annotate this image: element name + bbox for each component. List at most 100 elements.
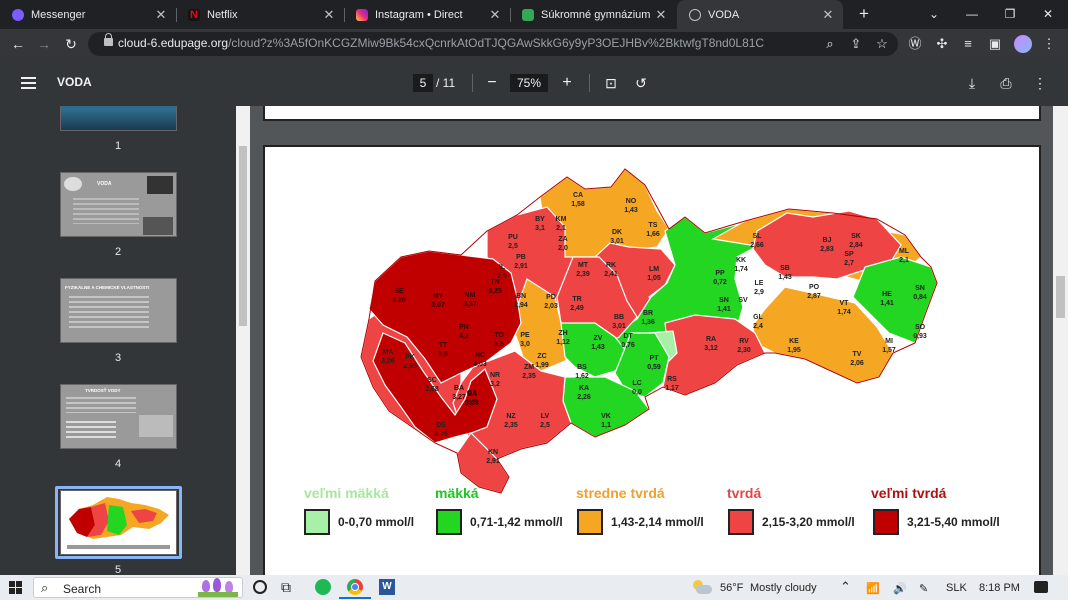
download-icon[interactable]: ⤓: [962, 73, 982, 93]
chrome-icon[interactable]: [347, 579, 363, 595]
thumbnail-title: VODA: [97, 181, 112, 187]
tab-voda[interactable]: VODA ✕: [677, 0, 843, 29]
district-code: LC: [632, 380, 641, 387]
close-tab-icon[interactable]: ✕: [152, 7, 170, 23]
district-value: 1,36: [641, 319, 655, 326]
edupage-icon: [522, 8, 534, 21]
side-panel-icon[interactable]: ▣: [986, 35, 1004, 53]
task-view-icon[interactable]: ⧉: [281, 579, 291, 596]
show-hidden-icons-chevron-icon[interactable]: ⌃: [840, 579, 851, 595]
district-value: 3,2: [490, 381, 500, 388]
extensions-puzzle-icon[interactable]: ✣: [933, 35, 951, 53]
profile-avatar[interactable]: [1014, 35, 1032, 53]
pdf-document-area[interactable]: CA 1,58 NO 1,43 BY 3,1 KM 2,1 ZA 2,0 DK 3,01 TS 1,66 P…: [250, 106, 1053, 575]
legend-title: mäkká: [435, 485, 479, 501]
pen-icon[interactable]: ✎: [919, 582, 928, 595]
district-code: SN: [719, 297, 729, 304]
input-language[interactable]: SLK: [946, 582, 967, 594]
sidebar-scrollbar[interactable]: [236, 106, 250, 575]
chrome-menu-icon[interactable]: ⋮: [1040, 35, 1058, 53]
tab-edupage[interactable]: Súkromné gymnázium Ba ✕: [510, 0, 676, 29]
district-code: SV: [738, 297, 748, 304]
tab-label: Messenger: [31, 8, 86, 21]
document-scrollbar[interactable]: [1053, 106, 1068, 575]
weather-cloud-icon[interactable]: [693, 579, 713, 595]
tab-search-chevron-icon[interactable]: ⌄: [915, 0, 953, 29]
fit-page-icon[interactable]: ⊡: [601, 73, 621, 93]
district-code: KK: [736, 257, 746, 264]
print-icon[interactable]: ⎙: [996, 73, 1016, 93]
tab-messenger[interactable]: Messenger ✕: [0, 0, 176, 29]
close-tab-icon[interactable]: ✕: [320, 7, 338, 23]
district-code: BJ: [823, 237, 832, 244]
zoom-in-button[interactable]: +: [557, 73, 577, 93]
reload-button[interactable]: ↻: [62, 35, 80, 53]
page-thumbnail[interactable]: VODA: [60, 172, 177, 237]
windows-start-icon[interactable]: [9, 581, 22, 594]
minimize-button[interactable]: —: [953, 0, 991, 29]
close-window-button[interactable]: ✕: [1029, 0, 1067, 29]
district-code: BB: [614, 314, 624, 321]
spotify-icon[interactable]: [315, 579, 331, 595]
close-tab-icon[interactable]: ✕: [819, 7, 837, 23]
district-code: NC: [475, 352, 485, 359]
page-number-input[interactable]: 5: [413, 74, 433, 92]
lock-icon[interactable]: [104, 33, 113, 46]
back-button[interactable]: ←: [9, 35, 27, 53]
clock-time[interactable]: 8:18 PM: [979, 582, 1020, 594]
district-code: SP: [844, 251, 854, 258]
zoom-level-input[interactable]: 75%: [510, 74, 548, 92]
district-value: 2,83: [403, 363, 417, 370]
globe-icon: [689, 8, 701, 21]
district-value: 1,66: [646, 231, 660, 238]
district-code: BN: [516, 293, 526, 300]
tab-instagram[interactable]: Instagram • Direct ✕: [344, 0, 510, 29]
district-value: 1,95: [787, 347, 801, 354]
close-tab-icon[interactable]: ✕: [486, 7, 504, 23]
district-code: MY: [433, 293, 444, 300]
legend-title: tvrdá: [727, 485, 762, 501]
district-value: 2,7: [844, 260, 854, 267]
close-tab-icon[interactable]: ✕: [652, 7, 670, 23]
extension-w-icon[interactable]: Ⓦ: [906, 35, 924, 53]
menu-hamburger-icon[interactable]: [21, 77, 36, 79]
district-value: 2,91: [514, 263, 528, 270]
messenger-icon: [12, 8, 24, 21]
scrollbar-thumb[interactable]: [239, 146, 247, 326]
tab-netflix[interactable]: N Netflix ✕: [176, 0, 344, 29]
district-code: TV: [853, 351, 862, 358]
taskbar-search-label: Search: [63, 582, 102, 596]
zoom-out-button[interactable]: −: [482, 73, 502, 93]
forward-button[interactable]: →: [35, 35, 53, 53]
weather-temperature[interactable]: 56°F: [720, 582, 743, 594]
scrollbar-thumb[interactable]: [1056, 276, 1065, 318]
page-thumbnail[interactable]: [60, 106, 177, 131]
network-icon[interactable]: 📶: [866, 582, 880, 595]
bookmark-star-icon[interactable]: ☆: [873, 35, 891, 53]
share-icon[interactable]: ⇪: [847, 35, 865, 53]
media-queue-icon[interactable]: ≡: [959, 35, 977, 53]
district-code: PB: [516, 254, 526, 261]
district-code: MA: [383, 349, 394, 356]
more-options-icon[interactable]: ⋮: [1030, 73, 1050, 93]
weather-description[interactable]: Mostly cloudy: [750, 582, 817, 594]
thumbnail-title: TVRDOSŤ VODY: [85, 388, 121, 393]
new-tab-button[interactable]: +: [854, 4, 874, 24]
page-thumbnail[interactable]: FYZIKÁLNE A CHEMICKÉ VLASTNOSTI: [60, 278, 177, 343]
district-code: PP: [715, 270, 725, 277]
restore-button[interactable]: ❐: [991, 0, 1029, 29]
url-text[interactable]: cloud-6.edupage.org/cloud?z%3A5fOnKCGZMi…: [118, 36, 764, 50]
district-value: 3,27: [452, 394, 466, 401]
cortana-icon[interactable]: [253, 580, 267, 594]
legend-title: stredne tvrdá: [576, 485, 665, 501]
page-thumbnail[interactable]: TVRDOSŤ VODY: [60, 384, 177, 449]
rotate-icon[interactable]: ↺: [631, 73, 651, 93]
selected-thumbnail-highlight: [55, 486, 182, 559]
word-icon[interactable]: W: [379, 579, 395, 595]
district-code: ML: [899, 248, 910, 255]
netflix-icon: N: [188, 8, 200, 21]
volume-icon[interactable]: 🔊: [893, 582, 907, 595]
zoom-search-icon[interactable]: ⌕: [821, 35, 839, 53]
notifications-icon[interactable]: [1034, 581, 1048, 593]
district-code: TR: [572, 296, 581, 303]
